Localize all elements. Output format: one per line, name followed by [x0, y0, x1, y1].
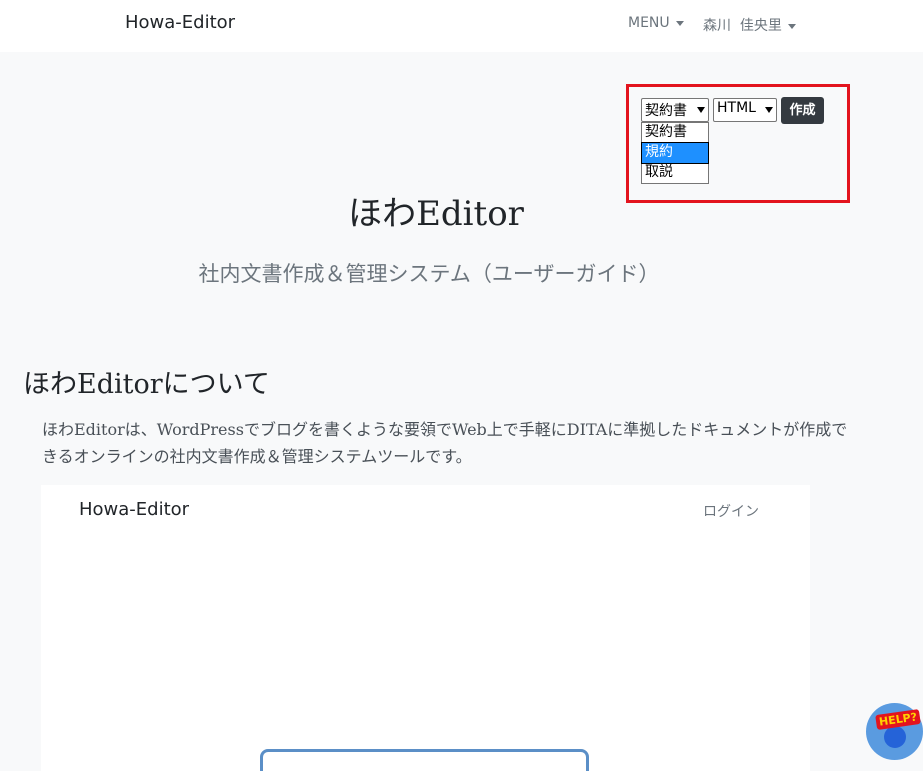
option-terms[interactable]: 規約	[641, 142, 709, 164]
help-label: HELP?	[875, 708, 922, 731]
option-contract[interactable]: 契約書	[642, 123, 708, 143]
about-text: ほわEditorは、WordPressでブログを書くような要領でWeb上で手軽に…	[42, 420, 848, 466]
user-dropdown[interactable]: 森川 佳央里	[703, 15, 796, 35]
top-navbar: Howa-Editor MENU 森川 佳央里	[0, 0, 923, 52]
app-preview-image: Howa-Editor ログイン	[41, 485, 810, 771]
about-heading: ほわEditorについて	[23, 369, 270, 400]
preview-login-link: ログイン	[703, 504, 759, 520]
menu-label: MENU	[628, 15, 670, 31]
format-select[interactable]: HTML	[713, 98, 777, 122]
menu-dropdown[interactable]: MENU	[628, 15, 684, 31]
document-type-value: 契約書	[645, 103, 687, 119]
hero-title: ほわEditor	[348, 194, 524, 234]
hero-subtitle: 社内文書作成＆管理システム（ユーザーガイド）	[198, 262, 660, 286]
help-dot-icon	[884, 726, 906, 748]
brand-link[interactable]: Howa-Editor	[125, 12, 235, 33]
user-caret-icon	[787, 23, 796, 29]
select-arrow-icon	[765, 107, 773, 113]
user-last-name: 森川	[703, 18, 731, 34]
create-button[interactable]: 作成	[781, 97, 824, 124]
document-type-select[interactable]: 契約書	[641, 98, 709, 122]
preview-input-box	[260, 749, 589, 771]
select-arrow-icon	[697, 107, 705, 113]
user-first-name: 佳央里	[739, 18, 782, 34]
format-value: HTML	[717, 100, 756, 116]
menu-caret-icon	[675, 20, 684, 26]
help-button[interactable]: HELP?	[866, 703, 923, 760]
option-manual[interactable]: 取説	[642, 163, 708, 183]
document-type-options: 契約書 規約 取説	[641, 122, 709, 184]
preview-brand: Howa-Editor	[79, 499, 190, 520]
